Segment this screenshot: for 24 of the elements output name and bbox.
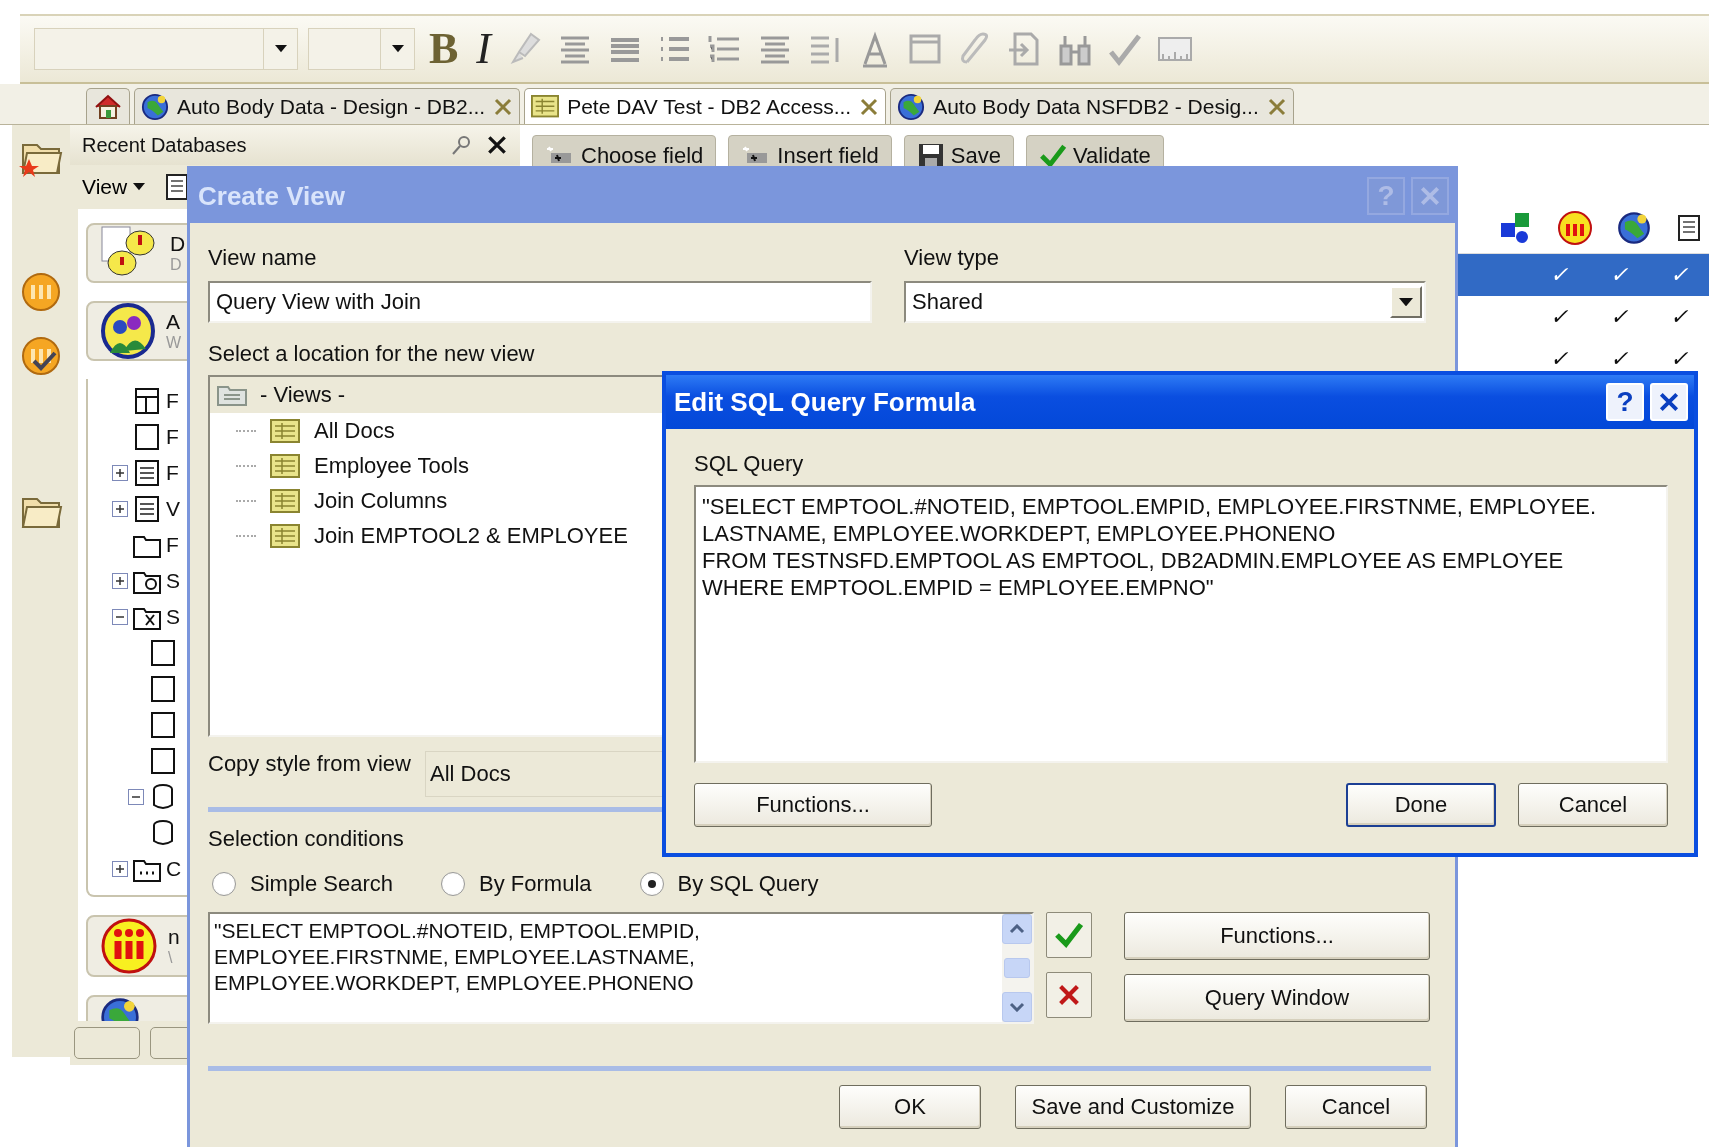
check-cell-text: ✓ — [1609, 262, 1629, 288]
field-label: View type — [904, 245, 999, 271]
panel-title: Recent Databases — [82, 133, 248, 157]
database-path: W — [166, 334, 182, 352]
check-cell-text: ✓ — [1669, 346, 1689, 372]
dialog-title: Edit SQL Query Formula — [674, 386, 977, 418]
check-cell-text: ✓ — [1609, 346, 1629, 372]
check-cell-text: ✓ — [1609, 304, 1629, 330]
check-cell-text: ✓ — [1669, 304, 1689, 330]
field-label: Select a location for the new view — [208, 341, 535, 367]
check-cell-text: ✓ — [1549, 346, 1569, 372]
check-cell-text: ✓ — [1669, 262, 1689, 288]
field-label: Copy style from view — [208, 751, 411, 777]
dialog-title: Create View — [198, 180, 346, 212]
database-title: A — [166, 310, 181, 334]
field-label: View name — [208, 245, 317, 271]
check-cell-text: ✓ — [1549, 262, 1569, 288]
field-label: SQL Query — [694, 451, 804, 477]
database-path: \ — [168, 949, 174, 967]
database-title: D — [170, 232, 186, 256]
section-label: Selection conditions — [208, 826, 404, 852]
database-title: n — [168, 925, 180, 949]
check-cell-text: ✓ — [1549, 304, 1569, 330]
database-path: D — [170, 256, 183, 274]
